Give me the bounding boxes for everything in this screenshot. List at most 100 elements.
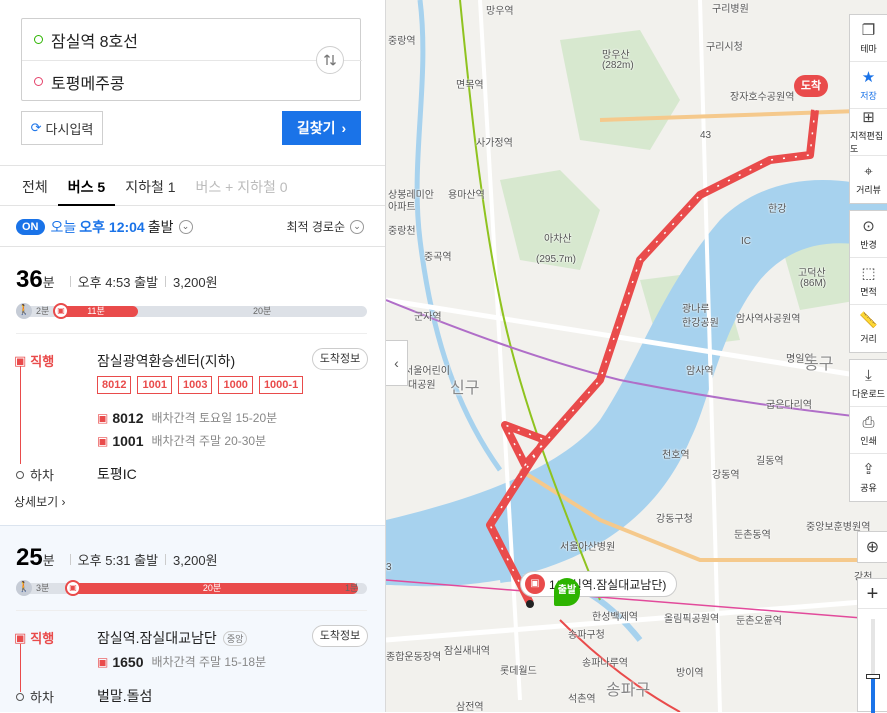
print-button[interactable]: ⎙ 인쇄 — [850, 407, 887, 454]
map-place-label: (86M) — [800, 278, 827, 289]
divider — [165, 554, 167, 565]
collapse-panel-button[interactable]: ‹ — [386, 340, 408, 386]
route-card[interactable]: 36 분 오후 4:53 출발 3,200원 🚶 2분 11분 ▣ 20분 ▣ … — [0, 248, 385, 525]
depart-marker[interactable]: 출발 — [554, 578, 580, 606]
map-place-label: (295.7m) — [536, 254, 577, 265]
cadastral-label: 지적편집도 — [850, 131, 884, 154]
bus-interval-row[interactable]: ▣ 1650 배차간격 주말 15-18분 — [97, 653, 266, 670]
find-route-button[interactable]: 길찾기 › — [282, 111, 361, 145]
walk-end-time: 1분 — [345, 583, 359, 593]
print-icon: ⎙ — [862, 413, 875, 431]
theme-label: 테마 — [860, 43, 877, 54]
arrival-info-button[interactable]: 도착정보 — [312, 625, 368, 647]
street-view-button[interactable]: ⌖ 거리뷰 — [850, 156, 887, 203]
transport-tabs: 전체 버스 5 지하철 1 버스 + 지하철 0 — [0, 166, 385, 206]
route-line — [20, 644, 21, 692]
sort-dropdown[interactable]: 최적 경로순 ⌄ — [286, 218, 364, 235]
map-place-label: 아차산 — [544, 234, 572, 245]
board-stop[interactable]: 잠실역.잠실대교남단 중앙 — [97, 628, 248, 648]
map-place-label: IC — [741, 236, 751, 247]
share-button[interactable]: ⇪ 공유 — [850, 454, 887, 501]
swap-button[interactable] — [316, 46, 344, 74]
map-place-label: 천호역 — [662, 450, 690, 461]
map-view[interactable]: 망우역 구리병원 중랑역 구리시청 망우산 (282m) 면목역 장자호수공원역 사가정역 43 상… — [386, 0, 887, 712]
theme-button[interactable]: ❐ 테마 — [850, 15, 887, 62]
save-button[interactable]: ★ 저장 — [850, 62, 887, 109]
depart-label: 출발 — [147, 218, 174, 235]
stop-ring-icon — [16, 470, 24, 479]
tab-all[interactable]: 전체 — [12, 166, 58, 206]
tab-bus[interactable]: 버스 5 — [57, 166, 116, 206]
arrival-info-button[interactable]: 도착정보 — [312, 348, 368, 370]
board-stop[interactable]: 잠실광역환승센터(지하) — [97, 351, 235, 371]
bus-chip[interactable]: 8012 — [97, 376, 132, 394]
download-button[interactable]: ⤓ 다운로드 — [850, 360, 887, 407]
duration-unit: 분 — [42, 553, 55, 568]
radius-button[interactable]: ⊙ 반경 — [850, 211, 887, 258]
share-label: 공유 — [860, 483, 877, 493]
map-place-label: 방이역 — [676, 668, 704, 679]
map-place-label: 강동역 — [712, 470, 740, 481]
departure-time[interactable]: 오후 12:04 — [79, 217, 144, 237]
direct-text: 직행 — [30, 354, 55, 369]
map-place-label: 석촌역 — [568, 694, 596, 705]
map-place-label: 구리시청 — [706, 42, 743, 53]
start-callout[interactable]: ▣ 1(잠실역.잠실대교남단) — [520, 571, 678, 597]
map-place-label: 용마산역 — [448, 190, 485, 201]
zoom-slider-handle[interactable] — [866, 674, 880, 680]
map-place-label: 삼전역 — [456, 702, 484, 712]
bus-chip[interactable]: 1000 — [218, 376, 253, 394]
street-view-label: 거리뷰 — [856, 185, 881, 195]
map-place-label: 서울아산병원 — [560, 542, 616, 553]
chevron-down-icon[interactable]: ⌄ — [178, 219, 193, 234]
zoom-in-button[interactable]: + — [858, 579, 887, 609]
area-button[interactable]: ⬚ 면적 — [850, 258, 887, 305]
map-place-label: 송파구 — [606, 682, 651, 699]
cadastral-button[interactable]: ⊞ 지적편집도 — [850, 109, 887, 156]
bus-interval: 배차간격 주말 15-18분 — [151, 655, 267, 669]
map-place-label: 암사역사공원역 — [736, 314, 801, 325]
bus-interval-row[interactable]: ▣ 1001 배차간격 주말 20-30분 — [97, 432, 266, 449]
destination-dot-icon — [34, 77, 43, 86]
destination-field[interactable]: 토평메주콩 — [22, 61, 312, 102]
map-place-label: 서울어린이 — [404, 366, 450, 377]
chevron-down-icon: ⌄ — [350, 219, 364, 234]
detail-link[interactable]: 상세보기 › — [14, 493, 66, 510]
bus-icon: ▣ — [14, 629, 27, 645]
distance-button[interactable]: 📏 거리 — [850, 305, 887, 352]
save-label: 저장 — [860, 90, 877, 101]
getoff-stop[interactable]: 벌말.돌섬 — [97, 686, 152, 706]
ruler-icon: 📏 — [859, 312, 878, 329]
bus-chip[interactable]: 1001 — [137, 376, 172, 394]
refresh-icon: ⟳ — [30, 120, 42, 135]
map-place-label: 롯데월드 — [500, 666, 537, 677]
bus-icon: ▣ — [525, 574, 545, 594]
reset-label: 다시입력 — [45, 121, 94, 137]
getoff-stop[interactable]: 토평IC — [97, 464, 137, 484]
divider — [16, 333, 367, 334]
map-place-label: 한성백제역 — [592, 612, 638, 623]
reset-button[interactable]: ⟳ 다시입력 — [21, 111, 103, 145]
route-card[interactable]: 25 분 오후 5:31 출발 3,200원 🚶 3분 20분 ▣ 1분 ▣ 직… — [0, 525, 385, 712]
pin-icon: ⌖ — [864, 163, 873, 180]
download-label: 다운로드 — [851, 388, 886, 399]
bus-chip[interactable]: 1003 — [177, 376, 213, 394]
map-place-label: 둔촌오륜역 — [736, 616, 782, 627]
divider — [165, 276, 167, 287]
fare: 3,200원 — [173, 275, 218, 290]
origin-field[interactable]: 잠실역 8호선 — [22, 19, 312, 60]
arrive-marker[interactable]: 도착 — [794, 75, 828, 97]
stop-ring-icon — [16, 692, 24, 701]
bus-icon: ▣ — [97, 654, 109, 669]
map-place-label: 종합운동장역 — [386, 652, 442, 663]
bus-interval-row[interactable]: ▣ 8012 배차간격 토요일 15-20분 — [97, 409, 277, 426]
current-location-button[interactable]: ⊕ — [857, 531, 887, 563]
on-toggle[interactable]: ON — [16, 218, 45, 235]
zoom-slider[interactable] — [866, 619, 880, 713]
chevron-left-icon: ‹ — [394, 355, 399, 371]
tab-subway[interactable]: 지하철 1 — [115, 166, 185, 206]
chevron-right-icon: › — [341, 120, 347, 136]
today-label: 오늘 — [50, 218, 77, 235]
bus-chip[interactable]: 1000-1 — [258, 376, 304, 394]
depart-time: 오후 4:53 출발 — [77, 275, 159, 290]
